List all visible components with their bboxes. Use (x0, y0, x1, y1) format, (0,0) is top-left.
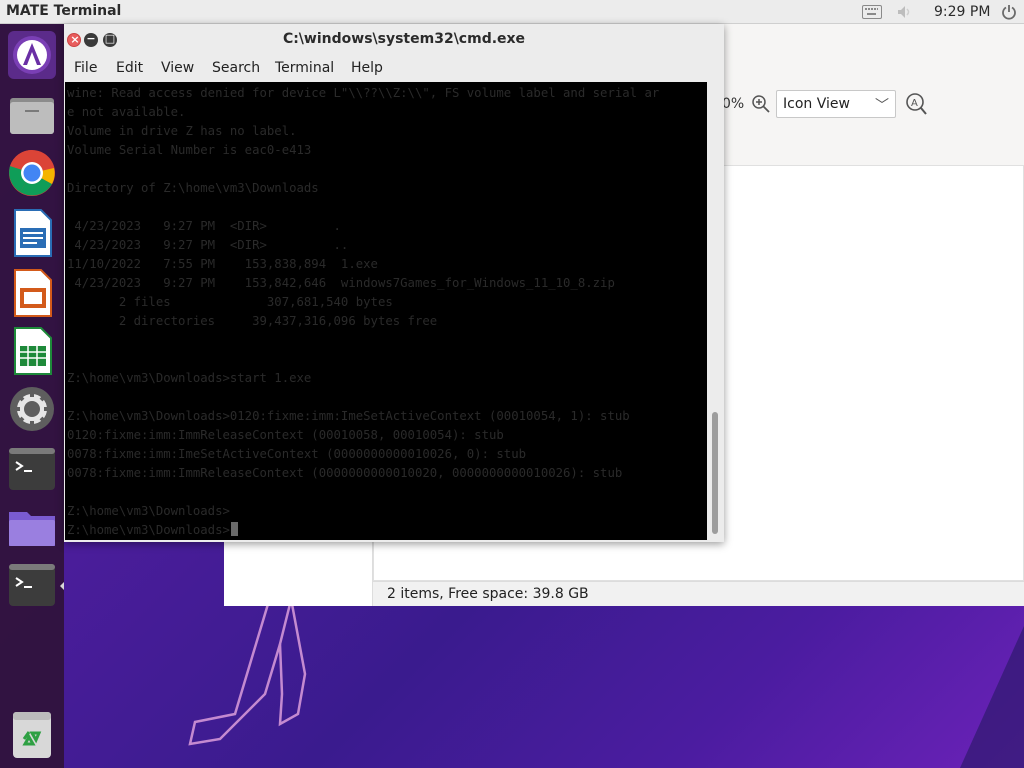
libreoffice-writer-icon[interactable] (7, 208, 57, 258)
libreoffice-calc-icon[interactable] (7, 326, 57, 376)
wallpaper-shape (960, 626, 1024, 768)
file-manager-statusbar: 2 items, Free space: 39.8 GB (373, 581, 1024, 606)
terminal-line: 0078:fixme:imm:ImeSetActiveContext (0000… (67, 447, 527, 461)
folder-icon[interactable] (7, 502, 57, 552)
view-mode-select[interactable]: Icon View ﹀ (776, 90, 896, 118)
view-mode-label: Icon View (783, 96, 850, 112)
menu-edit[interactable]: Edit (116, 60, 143, 76)
window-title: C:\windows\system32\cmd.exe (282, 31, 526, 47)
launcher-dock (0, 24, 64, 768)
terminal-icon[interactable] (7, 560, 57, 610)
volume-icon[interactable] (897, 5, 913, 19)
zoom-level: 0% (722, 96, 745, 112)
settings-gear-icon[interactable] (7, 384, 57, 434)
clock[interactable]: 9:29 PM (934, 4, 990, 20)
terminal-line: 4/23/2023 9:27 PM 153,842,646 windows7Ga… (67, 276, 615, 290)
top-panel: MATE Terminal 9:29 PM (0, 0, 1024, 24)
terminal-line: 11/10/2022 7:55 PM 153,838,894 1.exe (67, 257, 378, 271)
terminal-line: Volume Serial Number is eac0-e413 (67, 143, 312, 157)
chrome-icon[interactable] (7, 148, 57, 198)
arch-launcher-icon[interactable] (7, 30, 57, 80)
terminal-line: 2 directories 39,437,316,096 bytes free (67, 314, 438, 328)
terminal-scrollbar[interactable] (707, 82, 724, 540)
terminal-line: Z:\home\vm3\Downloads>0120:fixme:imm:Ime… (67, 409, 630, 423)
scrollbar-thumb[interactable] (712, 412, 718, 534)
chevron-down-icon: ﹀ (875, 98, 889, 114)
svg-text:A: A (911, 98, 918, 109)
terminal-line: Z:\home\vm3\Downloads> (67, 521, 238, 540)
terminal-line: e not available. (67, 105, 186, 119)
terminal-menubar: File Edit View Search Terminal Help (64, 56, 724, 82)
terminal-output[interactable]: wine: Read access denied for device L"\\… (65, 82, 707, 540)
terminal-window: × − □ C:\windows\system32\cmd.exe File E… (64, 24, 724, 542)
search-icon[interactable]: A (904, 92, 928, 116)
terminal-line: Directory of Z:\home\vm3\Downloads (67, 181, 319, 195)
zoom-in-icon[interactable] (751, 94, 771, 114)
status-text: 2 items, Free space: 39.8 GB (387, 586, 589, 602)
file-manager-sidebar (224, 540, 373, 606)
terminal-icon[interactable] (7, 444, 57, 494)
terminal-line: wine: Read access denied for device L"\\… (67, 86, 660, 100)
terminal-line: Volume in drive Z has no label. (67, 124, 297, 138)
menu-file[interactable]: File (74, 60, 97, 76)
terminal-line: 0078:fixme:imm:ImmReleaseContext (000000… (67, 466, 623, 480)
power-icon[interactable] (1001, 4, 1017, 20)
terminal-line: 2 files 307,681,540 bytes (67, 295, 393, 309)
terminal-line: Z:\home\vm3\Downloads> (67, 504, 230, 518)
terminal-line: 4/23/2023 9:27 PM <DIR> .. (67, 238, 349, 252)
file-manager-icon[interactable] (7, 90, 57, 140)
libreoffice-impress-icon[interactable] (7, 268, 57, 318)
menu-search[interactable]: Search (212, 60, 260, 76)
wallpaper-figure-outline (188, 604, 307, 746)
menu-view[interactable]: View (161, 60, 194, 76)
running-indicator (60, 582, 64, 590)
terminal-line: 4/23/2023 9:27 PM <DIR> . (67, 219, 341, 233)
terminal-line: Z:\home\vm3\Downloads>start 1.exe (67, 371, 312, 385)
terminal-cursor (230, 522, 238, 536)
trash-icon[interactable] (7, 710, 57, 760)
keyboard-icon[interactable] (862, 5, 882, 19)
menu-terminal[interactable]: Terminal (275, 60, 334, 76)
menu-help[interactable]: Help (351, 60, 383, 76)
terminal-line: 0120:fixme:imm:ImmReleaseContext (000100… (67, 428, 504, 442)
terminal-titlebar[interactable]: × − □ C:\windows\system32\cmd.exe (64, 24, 724, 56)
active-app-title[interactable]: MATE Terminal (6, 3, 121, 19)
